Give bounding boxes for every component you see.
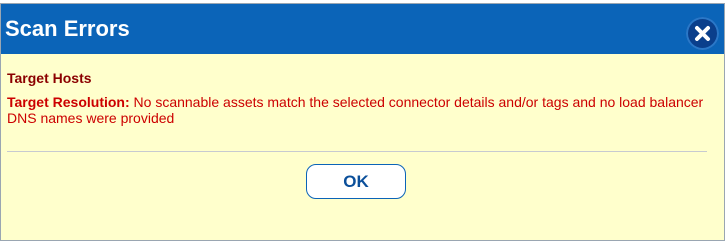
dialog-content: Target Hosts Target Resolution: No scann… (7, 70, 713, 126)
scan-errors-dialog: Scan Errors Target Hosts Target Resoluti… (0, 3, 725, 241)
dialog-title: Scan Errors (5, 16, 130, 41)
divider (7, 151, 707, 152)
close-button[interactable] (686, 17, 719, 50)
section-heading: Target Hosts (7, 70, 92, 86)
dialog-title-bar: Scan Errors (1, 4, 724, 54)
close-x-icon (695, 26, 710, 41)
error-message: Target Resolution: No scannable assets m… (7, 94, 713, 126)
error-label: Target Resolution: (7, 94, 130, 110)
ok-button[interactable]: OK (306, 164, 406, 199)
